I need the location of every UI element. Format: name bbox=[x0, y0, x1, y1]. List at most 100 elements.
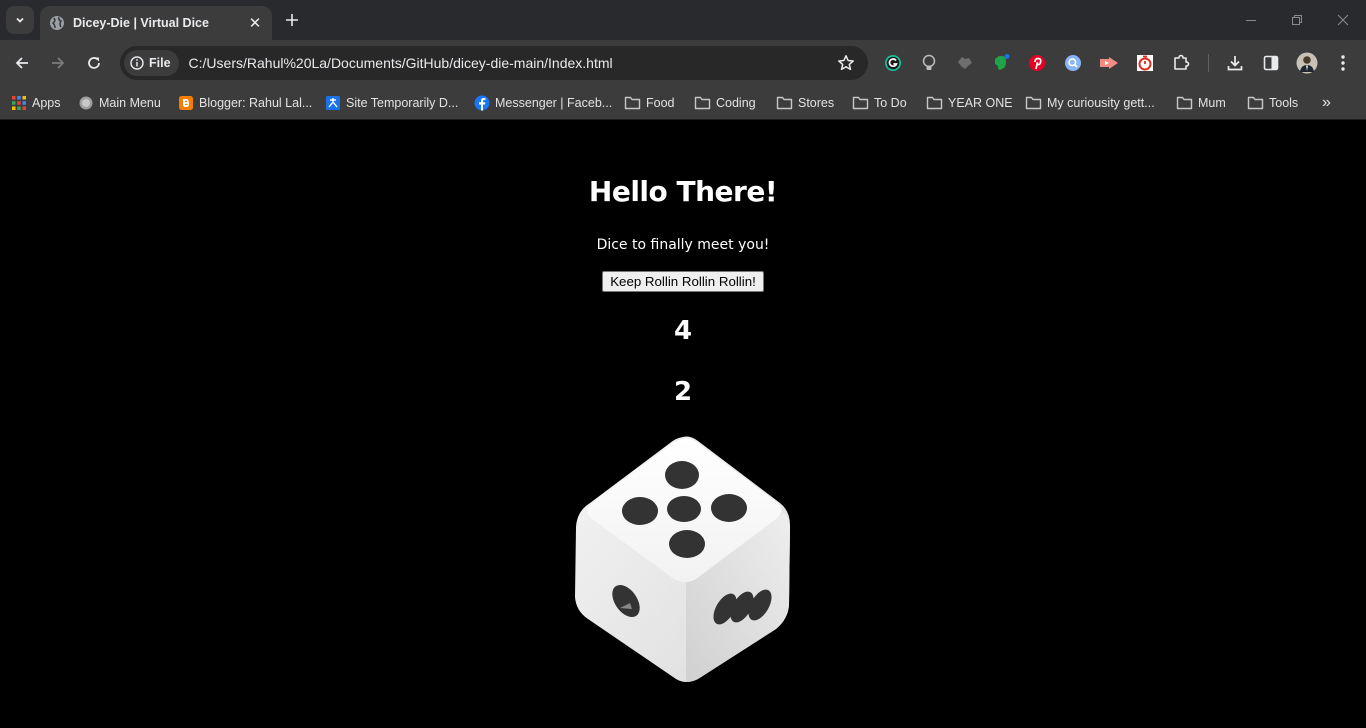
folder-icon bbox=[1025, 96, 1042, 110]
side-panel-icon bbox=[1263, 55, 1279, 71]
bookmarks-bar: Apps Main Menu Blogger: Rahul Lal... Sit… bbox=[0, 86, 1366, 120]
url-text[interactable]: C:/Users/Rahul%20La/Documents/GitHub/dic… bbox=[189, 55, 832, 71]
bookmark-label: Messenger | Faceb... bbox=[495, 96, 613, 110]
plus-icon bbox=[286, 14, 298, 26]
folder-icon bbox=[776, 96, 793, 110]
tab-search-button[interactable] bbox=[6, 6, 34, 34]
bookmark-label: Tools bbox=[1269, 96, 1299, 110]
pip bbox=[711, 494, 747, 522]
timer-icon bbox=[1137, 55, 1153, 71]
browser-toolbar: File C:/Users/Rahul%20La/Documents/GitHu… bbox=[0, 40, 1366, 86]
bookmark-label: Site Temporarily D... bbox=[346, 96, 459, 110]
screencast-extension[interactable] bbox=[1096, 50, 1122, 76]
bookmark-label: Stores bbox=[798, 96, 835, 110]
search-extension-icon bbox=[1065, 55, 1081, 71]
bookmark-star-button[interactable] bbox=[832, 49, 860, 77]
minimize-button[interactable] bbox=[1228, 0, 1274, 40]
minimize-icon bbox=[1246, 20, 1256, 21]
bookmark-folder-stores[interactable]: Stores bbox=[776, 91, 834, 115]
close-window-button[interactable] bbox=[1320, 0, 1366, 40]
star-icon bbox=[838, 55, 854, 71]
bookmarks-overflow-button[interactable]: » bbox=[1322, 91, 1331, 115]
bookmark-folder-tools[interactable]: Tools bbox=[1247, 91, 1298, 115]
site-info-label: File bbox=[149, 56, 171, 70]
tab-strip: Dicey-Die | Virtual Dice ✕ bbox=[0, 0, 1366, 40]
restore-button[interactable] bbox=[1274, 0, 1320, 40]
reload-icon bbox=[88, 57, 100, 69]
search-extension[interactable] bbox=[1060, 50, 1086, 76]
downloads-button[interactable] bbox=[1222, 50, 1248, 76]
arrow-right-icon bbox=[52, 57, 65, 69]
pip bbox=[665, 461, 699, 489]
lightbulb-extension[interactable] bbox=[916, 50, 942, 76]
bookmark-blogger[interactable]: Blogger: Rahul Lal... bbox=[178, 91, 312, 115]
bookmark-folder-todo[interactable]: To Do bbox=[852, 91, 907, 115]
bookmark-label: Apps bbox=[32, 96, 61, 110]
bookmark-label: To Do bbox=[874, 96, 907, 110]
circle-icon bbox=[79, 96, 93, 110]
bookmark-folder-curiousity[interactable]: My curiousity gett... bbox=[1025, 91, 1155, 115]
address-bar[interactable]: File C:/Users/Rahul%20La/Documents/GitHu… bbox=[120, 46, 868, 80]
folder-icon bbox=[852, 96, 869, 110]
folder-icon bbox=[694, 96, 711, 110]
info-icon bbox=[130, 56, 144, 70]
side-panel-button[interactable] bbox=[1258, 50, 1284, 76]
facebook-icon bbox=[474, 95, 490, 111]
menu-button[interactable] bbox=[1330, 50, 1356, 76]
folder-icon bbox=[1247, 96, 1264, 110]
bookmark-label: Main Menu bbox=[99, 96, 161, 110]
dice-result-second: 2 bbox=[673, 377, 693, 407]
bookmark-apps[interactable]: Apps bbox=[11, 91, 61, 115]
wolf-extension[interactable] bbox=[952, 50, 978, 76]
new-tab-button[interactable] bbox=[280, 8, 304, 32]
grammarly-extension[interactable] bbox=[880, 50, 906, 76]
download-icon bbox=[1227, 56, 1243, 71]
apps-grid-icon bbox=[12, 96, 26, 110]
dice-result-first: 4 bbox=[673, 316, 693, 346]
bookmark-label: Food bbox=[646, 96, 675, 110]
back-button[interactable] bbox=[7, 48, 37, 78]
pip bbox=[622, 497, 658, 525]
bookmark-folder-mum[interactable]: Mum bbox=[1176, 91, 1226, 115]
tab-close-icon[interactable]: ✕ bbox=[246, 14, 264, 32]
reload-button[interactable] bbox=[79, 48, 109, 78]
pinterest-extension[interactable] bbox=[1024, 50, 1050, 76]
chevron-down-icon bbox=[16, 17, 24, 23]
extensions-button[interactable] bbox=[1168, 50, 1194, 76]
site-icon bbox=[326, 96, 340, 110]
bookmark-folder-year-one[interactable]: YEAR ONE bbox=[926, 91, 1013, 115]
more-vertical-icon bbox=[1341, 55, 1345, 71]
globe-icon bbox=[50, 16, 64, 30]
bookmark-label: Blogger: Rahul Lal... bbox=[199, 96, 313, 110]
page-subtitle: Dice to finally meet you! bbox=[596, 237, 770, 253]
bookmark-folder-coding[interactable]: Coding bbox=[694, 91, 756, 115]
evernote-extension[interactable] bbox=[988, 50, 1014, 76]
blogger-icon bbox=[179, 96, 193, 110]
timer-extension[interactable] bbox=[1132, 50, 1158, 76]
folder-icon bbox=[624, 96, 641, 110]
bookmark-main-menu[interactable]: Main Menu bbox=[78, 91, 161, 115]
bookmark-messenger[interactable]: Messenger | Faceb... bbox=[474, 91, 612, 115]
bookmark-folder-food[interactable]: Food bbox=[624, 91, 675, 115]
grammarly-icon bbox=[885, 55, 901, 71]
forward-button[interactable] bbox=[43, 48, 73, 78]
active-tab[interactable]: Dicey-Die | Virtual Dice ✕ bbox=[40, 6, 272, 40]
site-info-chip[interactable]: File bbox=[124, 50, 179, 76]
dice-image bbox=[575, 436, 790, 682]
page-heading: Hello There! bbox=[588, 175, 778, 208]
page-content: Hello There! Dice to finally meet you! K… bbox=[0, 121, 1366, 728]
pip bbox=[669, 530, 705, 558]
toolbar-separator bbox=[1208, 54, 1209, 72]
lightbulb-icon bbox=[922, 54, 936, 70]
evernote-icon bbox=[995, 54, 1010, 70]
pinterest-icon bbox=[1029, 55, 1045, 71]
profile-button[interactable] bbox=[1294, 50, 1320, 76]
roll-dice-button[interactable]: Keep Rollin Rollin Rollin! bbox=[602, 271, 764, 292]
avatar bbox=[1296, 52, 1318, 74]
folder-icon bbox=[1176, 96, 1193, 110]
folder-icon bbox=[926, 96, 943, 110]
wolf-icon bbox=[958, 57, 972, 69]
bookmark-label: Coding bbox=[716, 96, 756, 110]
double-chevron-right-icon: » bbox=[1322, 94, 1331, 111]
bookmark-site-temporarily[interactable]: Site Temporarily D... bbox=[325, 91, 458, 115]
